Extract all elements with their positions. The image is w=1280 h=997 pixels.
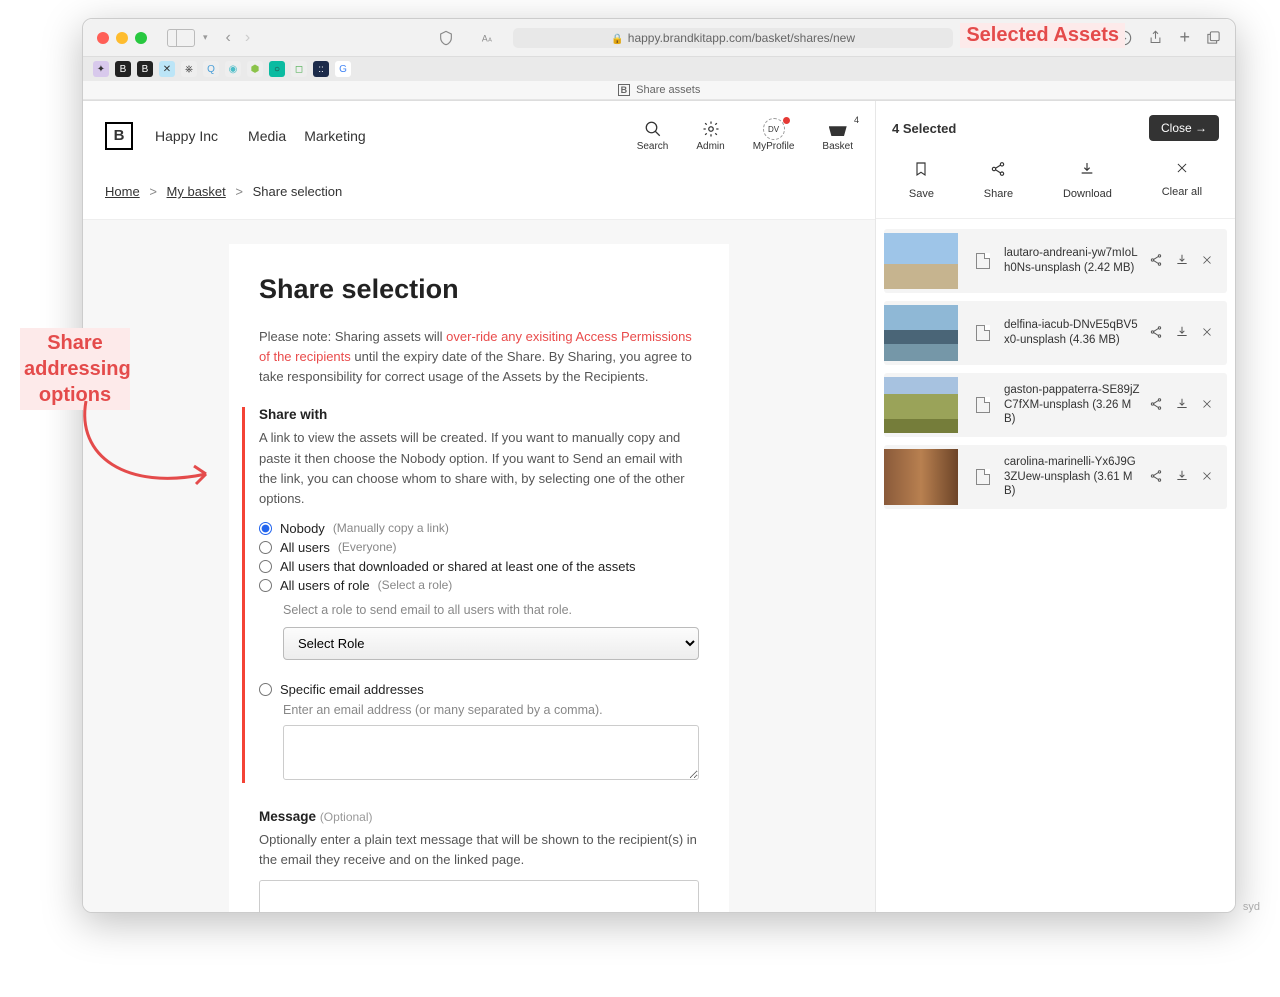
panel-share-button[interactable]: Share [984, 161, 1013, 200]
profile-button[interactable]: DV MyProfile [753, 119, 795, 152]
message-heading: Message (Optional) [259, 809, 699, 824]
bookmarks-bar[interactable]: ✦ B B ✕ ⎈ Q ◉ ⬢ ○ ◻ :: G [83, 56, 1235, 81]
search-icon [644, 119, 662, 139]
selected-assets-panel: 4 Selected Close → Save Share Download [875, 101, 1235, 912]
traffic-lights[interactable] [97, 32, 147, 44]
search-button[interactable]: Search [637, 119, 669, 152]
close-panel-button[interactable]: Close → [1149, 115, 1219, 141]
download-tray-icon [1079, 161, 1095, 182]
breadcrumb: Home > My basket > Share selection [83, 178, 875, 220]
asset-share-icon[interactable] [1149, 469, 1163, 486]
asset-filename: carolina-marinelli-Yx6J9G3ZUew-unsplash … [1004, 455, 1145, 500]
sidebar-toggle-icon[interactable] [167, 29, 195, 47]
message-textarea[interactable] [259, 880, 699, 912]
asset-download-icon[interactable] [1175, 397, 1189, 414]
basket-icon [829, 122, 847, 136]
share-with-desc: A link to view the assets will be create… [259, 428, 699, 509]
app-header: B Happy Inc Media Marketing Search Admin [83, 101, 875, 178]
file-icon [976, 325, 990, 341]
nav-media[interactable]: Media [248, 128, 286, 144]
role-select[interactable]: Select Role [283, 627, 699, 660]
asset-download-icon[interactable] [1175, 325, 1189, 342]
forward-icon: › [245, 29, 250, 47]
basket-count: 4 [854, 115, 859, 125]
radio-all-users[interactable]: All users (Everyone) [259, 538, 699, 557]
annotation-arrow [66, 396, 226, 516]
asset-download-icon[interactable] [1175, 469, 1189, 486]
lock-icon: 🔒 [611, 34, 623, 45]
asset-row: delfina-iacub-DNvE5qBV5x0-unsplash (4.36… [884, 301, 1227, 365]
email-help-text: Enter an email address (or many separate… [283, 703, 699, 717]
radio-role-users[interactable]: All users of role (Select a role) [259, 576, 699, 595]
top-nav: Media Marketing [248, 128, 366, 144]
back-icon[interactable]: ‹ [226, 29, 231, 47]
gear-icon [702, 119, 720, 139]
asset-filename: delfina-iacub-DNvE5qBV5x0-unsplash (4.36… [1004, 318, 1145, 348]
asset-remove-icon[interactable] [1201, 326, 1213, 341]
message-desc: Optionally enter a plain text message th… [259, 830, 699, 870]
panel-save-button[interactable]: Save [909, 161, 934, 200]
brand-logo-icon[interactable]: B [105, 122, 133, 150]
new-tab-icon[interactable]: + [1179, 27, 1190, 48]
asset-share-icon[interactable] [1149, 253, 1163, 270]
radio-nobody[interactable]: Nobody (Manually copy a link) [259, 519, 699, 538]
asset-thumbnail[interactable] [884, 449, 958, 505]
file-icon [976, 253, 990, 269]
share-icon[interactable] [1148, 30, 1163, 45]
panel-download-button[interactable]: Download [1063, 161, 1112, 200]
breadcrumb-basket[interactable]: My basket [167, 184, 226, 199]
asset-remove-icon[interactable] [1201, 470, 1213, 485]
share-form: Share selection Please note: Sharing ass… [229, 244, 729, 912]
selected-count: 4 Selected [892, 121, 956, 136]
email-textarea[interactable] [283, 725, 699, 780]
asset-share-icon[interactable] [1149, 325, 1163, 342]
tab-indicator[interactable]: B Share assets [83, 81, 1235, 100]
radio-downloaded-users[interactable]: All users that downloaded or shared at l… [259, 557, 699, 576]
tabs-icon[interactable] [1206, 30, 1221, 45]
admin-button[interactable]: Admin [696, 119, 724, 152]
file-icon [976, 397, 990, 413]
role-help-text: Select a role to send email to all users… [283, 603, 699, 617]
breadcrumb-current: Share selection [253, 184, 343, 199]
text-size-icon[interactable]: AA [480, 30, 495, 45]
share-nodes-icon [990, 161, 1006, 182]
asset-download-icon[interactable] [1175, 253, 1189, 270]
asset-row: lautaro-andreani-yw7mIoLh0Ns-unsplash (2… [884, 229, 1227, 293]
asset-filename: gaston-pappaterra-SE89jZC7fXM-unsplash (… [1004, 383, 1145, 428]
avatar-icon: DV [763, 118, 785, 140]
panel-clear-button[interactable]: Clear all [1162, 161, 1202, 200]
nav-marketing[interactable]: Marketing [304, 128, 365, 144]
asset-filename: lautaro-andreani-yw7mIoLh0Ns-unsplash (2… [1004, 246, 1145, 276]
radio-specific-emails[interactable]: Specific email addresses [259, 680, 699, 699]
dropdown-icon[interactable]: ▾ [203, 32, 208, 43]
svg-text:A: A [482, 33, 488, 43]
file-icon [976, 469, 990, 485]
watermark: syd [1243, 901, 1260, 913]
close-icon [1175, 161, 1189, 180]
share-with-heading: Share with [259, 407, 699, 422]
bookmark-icon [913, 161, 929, 182]
notification-dot-icon [783, 117, 790, 124]
url-bar[interactable]: 🔒happy.brandkitapp.com/basket/shares/new [513, 28, 953, 48]
page-title: Share selection [259, 274, 699, 305]
asset-remove-icon[interactable] [1201, 398, 1213, 413]
breadcrumb-home[interactable]: Home [105, 184, 140, 199]
asset-thumbnail[interactable] [884, 305, 958, 361]
asset-share-icon[interactable] [1149, 397, 1163, 414]
permission-note: Please note: Sharing assets will over-ri… [259, 327, 699, 387]
company-name[interactable]: Happy Inc [155, 128, 218, 144]
asset-thumbnail[interactable] [884, 377, 958, 433]
basket-button[interactable]: 4 Basket [822, 119, 853, 152]
asset-remove-icon[interactable] [1201, 254, 1213, 269]
asset-row: carolina-marinelli-Yx6J9G3ZUew-unsplash … [884, 445, 1227, 509]
asset-thumbnail[interactable] [884, 233, 958, 289]
privacy-shield-icon[interactable] [438, 30, 454, 46]
asset-row: gaston-pappaterra-SE89jZC7fXM-unsplash (… [884, 373, 1227, 437]
svg-text:A: A [488, 37, 492, 43]
asset-list: lautaro-andreani-yw7mIoLh0Ns-unsplash (2… [876, 219, 1235, 519]
